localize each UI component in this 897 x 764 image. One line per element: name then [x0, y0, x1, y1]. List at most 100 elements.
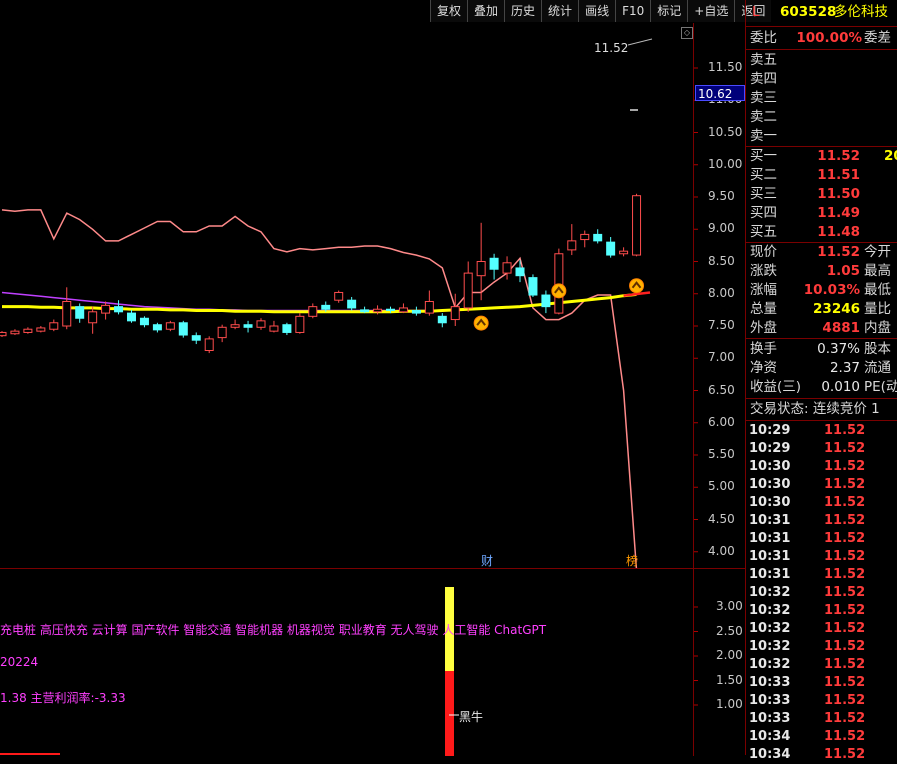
draw-line-button[interactable]: 画线 [578, 0, 616, 22]
candle-body [23, 328, 33, 333]
sell-row: 卖三 [746, 89, 897, 108]
stats-button[interactable]: 统计 [541, 0, 579, 22]
candle-body [191, 335, 201, 341]
tick-price: 11.52 [824, 441, 866, 456]
candle-body [476, 261, 486, 277]
mark-button[interactable]: 标记 [650, 0, 688, 22]
candle-body [321, 304, 331, 310]
buy-label: 买五 [750, 224, 777, 240]
buy-signal-icon [551, 283, 567, 299]
buy-row: 买二 11.51 [746, 166, 897, 185]
tick-row: 10:33 11.52 [746, 692, 897, 710]
add-watchlist-button[interactable]: +自选 [687, 0, 735, 22]
price-axis-label: 10.00 [708, 156, 743, 171]
fundamental-tail-label: 流通 [864, 360, 891, 376]
weidiff-label: 委差 [864, 30, 891, 46]
buy-price: 11.51 [817, 167, 860, 183]
candle-body [606, 241, 616, 256]
ma-yellow-line [2, 292, 637, 314]
bang-marker[interactable]: 榜 [626, 552, 638, 569]
fundamental-value: 0.37% [817, 341, 860, 357]
candle-body [88, 311, 98, 324]
fuquan-button[interactable]: 复权 [430, 0, 468, 22]
price-axis-label: 10.50 [708, 124, 743, 139]
buy-row: 买五 11.48 [746, 223, 897, 242]
fundamental-label: 净资 [750, 360, 777, 376]
trade-status-row: 交易状态: 连续竞价 1 [746, 400, 897, 419]
candle-body [269, 325, 279, 332]
scroll-arrow-icon[interactable]: ◇ [681, 27, 693, 39]
tick-time: 10:29 [749, 441, 791, 456]
tick-row: 10:30 11.52 [746, 458, 897, 476]
bang-label: 榜 [626, 554, 639, 568]
stat-label: 涨跌 [750, 263, 777, 279]
candle-body [295, 315, 305, 333]
tick-time: 10:32 [749, 585, 791, 600]
candle-body [541, 294, 551, 308]
fundamental-label: 换手 [750, 341, 777, 357]
history-button[interactable]: 历史 [504, 0, 542, 22]
stat-tail-label: 内盘 [864, 320, 891, 336]
high-marker: 11.52 [594, 41, 628, 55]
tick-time: 10:33 [749, 693, 791, 708]
stat-row: 外盘 4881 内盘 [746, 319, 897, 338]
price-axis-label: 9.50 [708, 189, 735, 203]
tick-price: 11.52 [824, 729, 866, 744]
tick-time: 10:29 [749, 423, 791, 438]
sell-row: 卖五 [746, 51, 897, 70]
buy-price: 11.52 [817, 148, 860, 164]
candle-body [62, 300, 72, 327]
tick-time: 10:33 [749, 711, 791, 726]
tick-row: 10:32 11.52 [746, 656, 897, 674]
cai-marker[interactable]: 财 [481, 552, 493, 569]
candlestick-chart[interactable] [0, 23, 745, 568]
tick-time: 10:32 [749, 603, 791, 618]
stat-value: 1.05 [826, 263, 860, 279]
candle-body [204, 338, 214, 352]
candle-body [152, 324, 162, 331]
tick-row: 10:29 11.52 [746, 440, 897, 458]
candle-body [75, 306, 85, 319]
tick-price: 11.52 [824, 531, 866, 546]
buy-row: 买三 11.50 [746, 185, 897, 204]
candle-body [632, 195, 642, 256]
price-axis-label: 11.50 [708, 60, 743, 74]
stat-tail-label: 今开 [864, 244, 891, 260]
candle-body [256, 320, 266, 328]
candle-body [0, 331, 7, 337]
high-marker-pointer [627, 38, 653, 46]
tick-price: 11.52 [824, 567, 866, 582]
tick-time: 10:32 [749, 657, 791, 672]
sell-label: 卖五 [750, 52, 777, 68]
stat-tail-label: 量比 [864, 301, 891, 317]
tick-row: 10:31 11.52 [746, 566, 897, 584]
candle-body [347, 299, 357, 309]
buy-row: 买一 11.52 20 [746, 147, 897, 166]
candle-body [580, 233, 590, 241]
tick-time: 10:32 [749, 639, 791, 654]
buy-signal-icon [629, 278, 645, 294]
price-axis-label: 6.00 [708, 414, 735, 429]
indicator-bar-red [445, 671, 454, 756]
candle-body [489, 257, 499, 270]
candle-body [360, 309, 370, 313]
f10-button[interactable]: F10 [615, 0, 651, 22]
fundamental-label: 收益(三) [750, 379, 802, 395]
sell-row: 卖四 [746, 70, 897, 89]
tick-row: 10:31 11.52 [746, 512, 897, 530]
trade-status: 交易状态: 连续竞价 1 [750, 401, 880, 417]
candle-body [398, 307, 408, 313]
stat-value: 11.52 [817, 244, 860, 260]
fundamental-row: 换手 0.37% 股本 [746, 340, 897, 359]
buy-label: 买四 [750, 205, 777, 221]
candle-body [424, 300, 434, 314]
buy-price: 11.49 [817, 205, 860, 221]
overlay-button[interactable]: 叠加 [467, 0, 505, 22]
tick-price: 11.52 [824, 495, 866, 510]
tick-row: 10:31 11.52 [746, 530, 897, 548]
tick-time: 10:31 [749, 513, 791, 528]
stat-tail-label: 最低 [864, 282, 891, 298]
price-axis-label: 8.50 [708, 253, 735, 268]
stat-value: 4881 [822, 320, 860, 336]
tick-price: 11.52 [824, 693, 866, 708]
